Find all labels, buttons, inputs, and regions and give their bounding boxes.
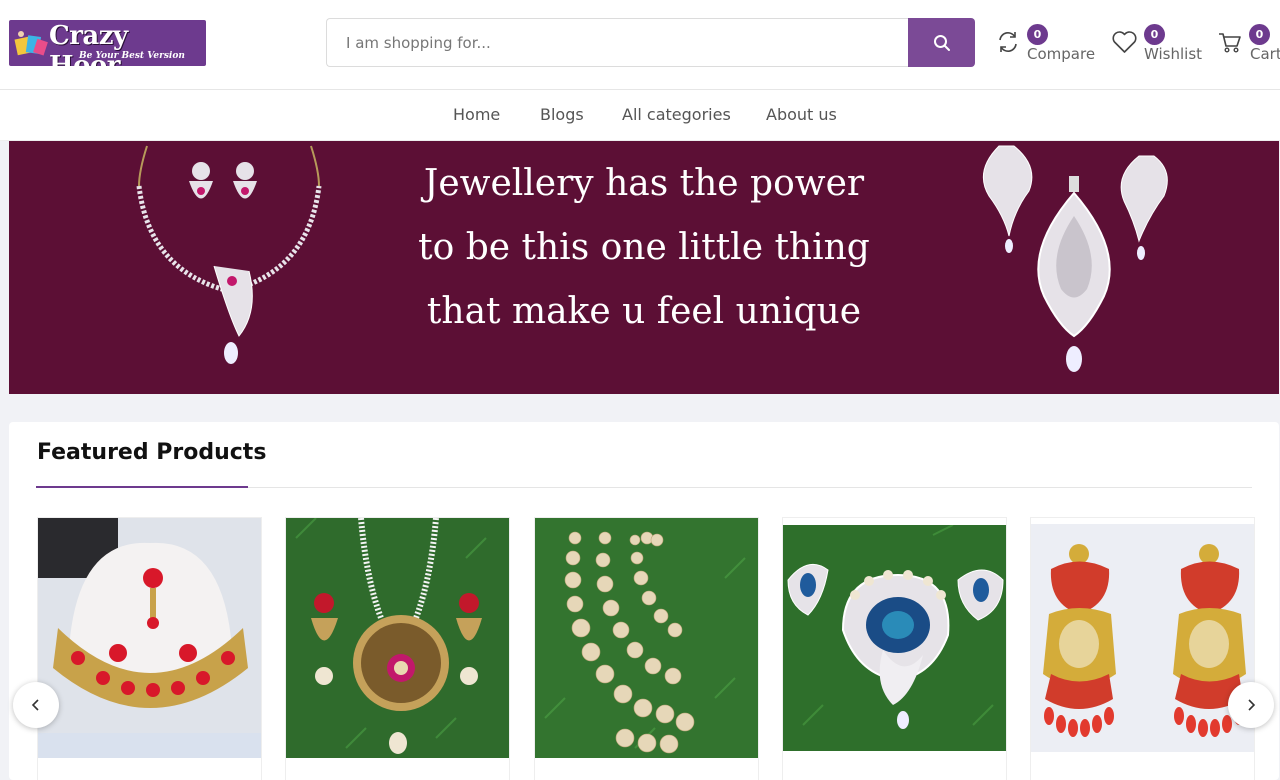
shopping-bag-icon bbox=[14, 31, 48, 56]
main-nav: Home Blogs All categories About us bbox=[0, 90, 1280, 141]
search-button[interactable] bbox=[908, 18, 975, 67]
chevron-left-icon bbox=[31, 699, 39, 711]
search-input[interactable] bbox=[326, 18, 910, 67]
product-card-chandelier-earrings[interactable] bbox=[1030, 517, 1255, 780]
compare-icon bbox=[999, 32, 1017, 52]
search-bar bbox=[326, 18, 975, 67]
site-header: Crazy Hoor Be Your Best Version 0 Compar… bbox=[0, 0, 1280, 90]
brand-tagline: Be Your Best Version bbox=[79, 51, 185, 61]
compare-count-badge: 0 bbox=[1027, 24, 1048, 45]
product-card-choker[interactable] bbox=[37, 517, 262, 780]
cart-button[interactable]: 0 Cart bbox=[1218, 24, 1280, 68]
cart-icon bbox=[1219, 33, 1241, 53]
heart-icon bbox=[1112, 31, 1137, 53]
title-underline bbox=[36, 486, 248, 488]
chevron-right-icon bbox=[1248, 699, 1256, 711]
wishlist-count-badge: 0 bbox=[1144, 24, 1165, 45]
nav-item-about-us[interactable]: About us bbox=[766, 105, 837, 124]
pearl-necklace-image bbox=[535, 518, 758, 758]
choker-image bbox=[38, 518, 261, 758]
product-card-pearl-necklace[interactable] bbox=[534, 517, 759, 780]
product-card-peacock-earrings[interactable] bbox=[782, 517, 1007, 780]
cart-count-badge: 0 bbox=[1249, 24, 1270, 45]
search-icon bbox=[933, 34, 950, 51]
chandelier-earrings-image bbox=[1031, 524, 1254, 752]
product-card-pendant-set[interactable] bbox=[285, 517, 510, 780]
wishlist-label: Wishlist bbox=[1144, 45, 1203, 63]
carousel-next-button[interactable] bbox=[1228, 682, 1274, 728]
featured-products-title: Featured Products bbox=[37, 440, 267, 465]
pendant-set-image bbox=[982, 145, 1168, 372]
nav-item-all-categories[interactable]: All categories bbox=[622, 105, 731, 124]
brand-logo[interactable]: Crazy Hoor Be Your Best Version bbox=[9, 20, 206, 66]
featured-products-section: Featured Products bbox=[9, 422, 1279, 780]
carousel-prev-button[interactable] bbox=[13, 682, 59, 728]
cart-label: Cart bbox=[1250, 45, 1280, 63]
nav-item-home[interactable]: Home bbox=[453, 105, 500, 124]
nav-item-blogs[interactable]: Blogs bbox=[540, 105, 584, 124]
pendant-set-image bbox=[286, 518, 509, 758]
peacock-earrings-image bbox=[783, 525, 1006, 751]
wishlist-button[interactable]: 0 Wishlist bbox=[1111, 24, 1203, 68]
hero-banner[interactable]: Jewellery has the power to be this one l… bbox=[9, 141, 1279, 394]
compare-label: Compare bbox=[1027, 45, 1096, 63]
compare-button[interactable]: 0 Compare bbox=[996, 24, 1096, 68]
